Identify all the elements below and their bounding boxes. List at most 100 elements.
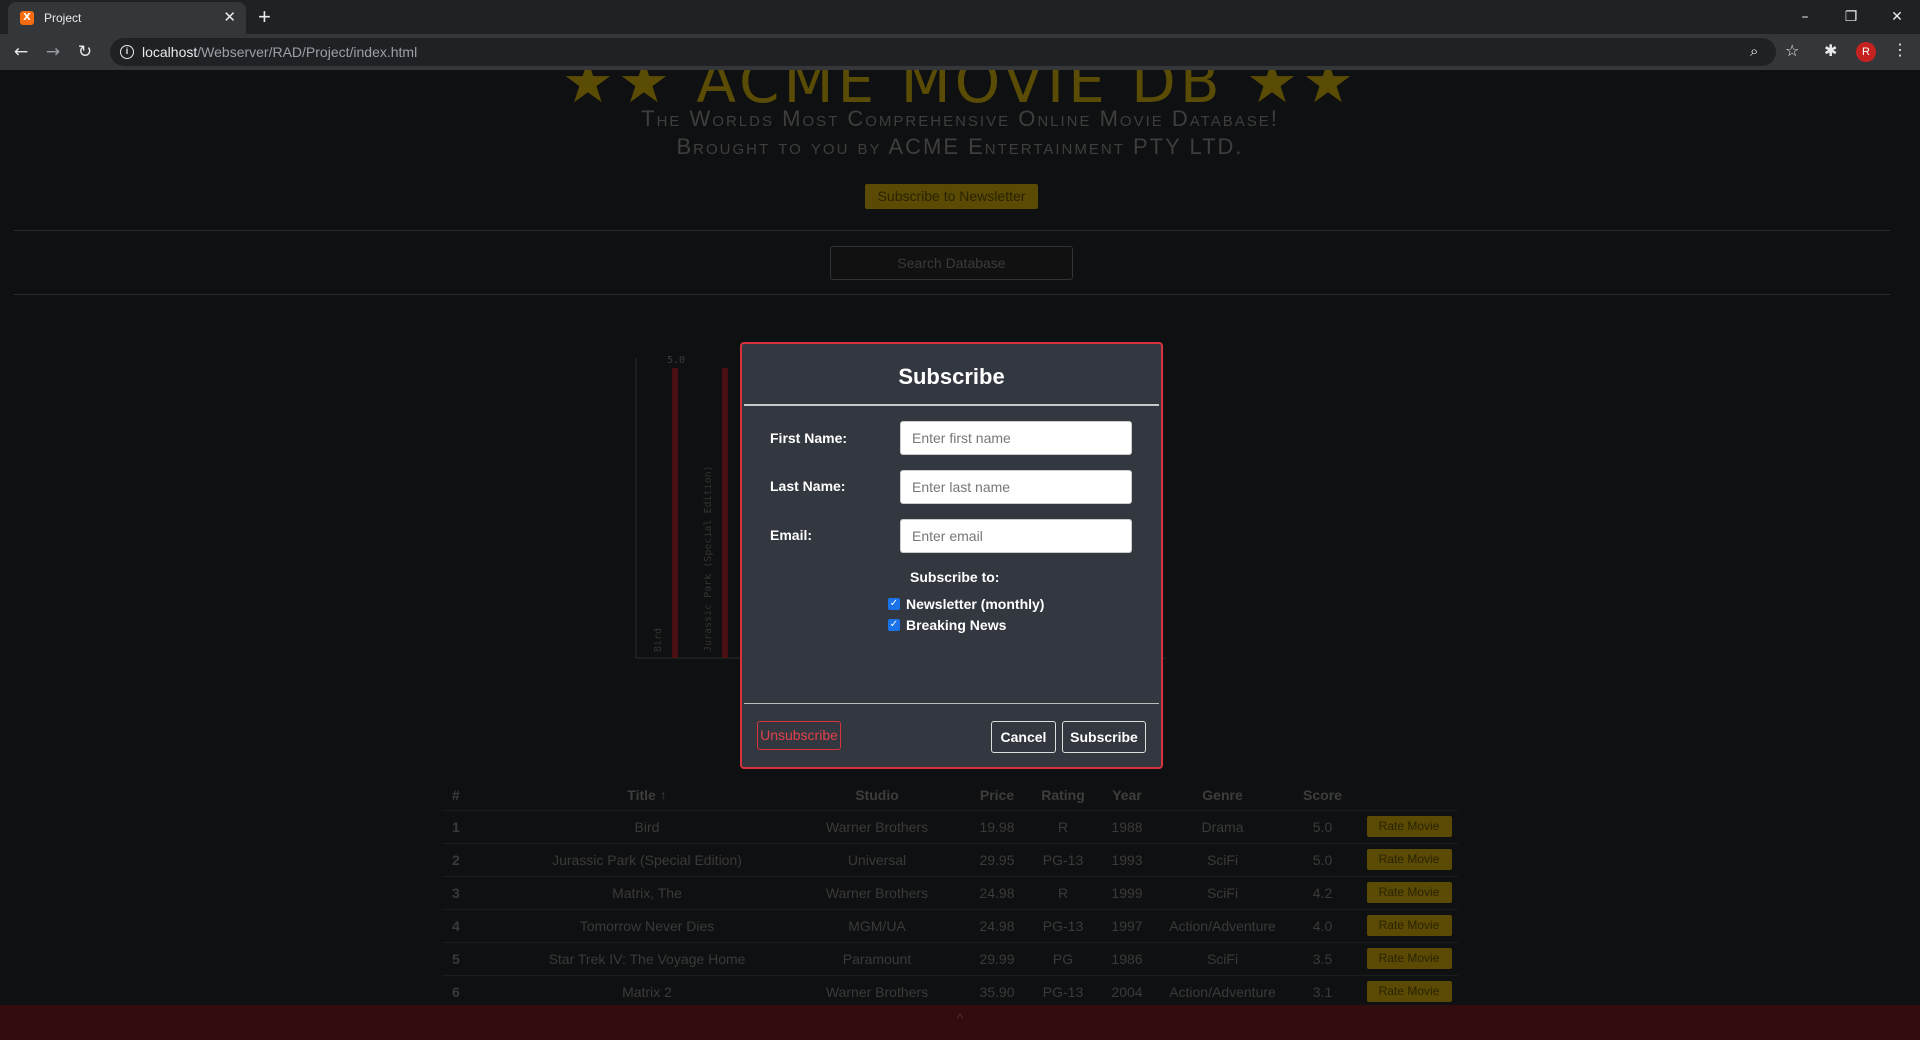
reload-icon[interactable]: ↻ bbox=[73, 40, 97, 64]
rate-movie-button[interactable]: Rate Movie bbox=[1366, 816, 1452, 837]
table-row: 3 Matrix, The Warner Brothers 24.98 R 1999 Sci… bbox=[442, 875, 1458, 909]
column-header-price: Price bbox=[979, 786, 1015, 803]
tab-close-icon[interactable]: ✕ bbox=[223, 8, 236, 28]
cell-rating: R bbox=[1032, 809, 1094, 843]
breaking-news-checkbox[interactable]: ✓ bbox=[888, 619, 900, 631]
modal-footer-divider bbox=[744, 703, 1159, 704]
browser-menu-icon[interactable]: ⋮ bbox=[1892, 40, 1908, 60]
forward-icon[interactable]: → bbox=[41, 40, 65, 64]
divider bbox=[14, 294, 1890, 295]
cell-num: 4 bbox=[442, 908, 502, 942]
cell-title: Star Trek IV: The Voyage Home bbox=[502, 941, 792, 975]
newsletter-checkbox[interactable]: ✓ bbox=[888, 598, 900, 610]
column-header-num: # bbox=[452, 786, 460, 803]
cell-genre: Action/Adventure bbox=[1160, 974, 1285, 1008]
minimize-icon[interactable]: – bbox=[1782, 4, 1828, 30]
chart-value-label: 5.0 bbox=[667, 355, 685, 366]
zoom-icon[interactable]: ⌕ bbox=[1750, 42, 1758, 60]
url-text[interactable]: localhost/Webserver/RAD/Project/index.ht… bbox=[142, 44, 417, 60]
browser-toolbar: ← → ↻ i localhost/Webserver/RAD/Project/… bbox=[0, 34, 1920, 70]
subscribe-modal: Subscribe First Name: Last Name: Email: … bbox=[740, 342, 1163, 769]
window-close-icon[interactable]: ✕ bbox=[1874, 4, 1920, 30]
column-header-year: Year bbox=[1112, 786, 1142, 803]
cell-price: 19.98 bbox=[962, 809, 1032, 843]
scroll-up-icon[interactable]: ^ bbox=[957, 1011, 963, 1026]
cancel-button[interactable]: Cancel bbox=[991, 721, 1056, 753]
restore-icon[interactable]: ❐ bbox=[1828, 4, 1874, 30]
browser-tab[interactable]: X Project ✕ bbox=[8, 2, 246, 34]
email-input[interactable] bbox=[900, 519, 1132, 553]
cell-price: 35.90 bbox=[962, 974, 1032, 1008]
unsubscribe-button[interactable]: Unsubscribe bbox=[757, 721, 841, 750]
favicon-icon: X bbox=[20, 11, 34, 25]
cell-title: Matrix 2 bbox=[502, 974, 792, 1008]
cell-title: Matrix, The bbox=[502, 875, 792, 909]
cell-genre: SciFi bbox=[1160, 875, 1285, 909]
table-row: 6 Matrix 2 Warner Brothers 35.90 PG-13 2004 Ac… bbox=[442, 974, 1458, 1008]
cell-studio: Warner Brothers bbox=[792, 875, 962, 909]
first-name-input[interactable] bbox=[900, 421, 1132, 455]
profile-avatar[interactable]: R bbox=[1856, 42, 1876, 62]
cell-action: Rate Movie bbox=[1360, 941, 1458, 975]
newsletter-option[interactable]: ✓ Newsletter (monthly) bbox=[888, 596, 1044, 612]
cell-title: Bird bbox=[502, 809, 792, 843]
movie-table: # Title ↑ Studio Price Rating Year Genre Score … bbox=[442, 780, 1458, 1008]
extensions-icon[interactable]: ✱ bbox=[1824, 41, 1837, 60]
cell-score: 4.0 bbox=[1285, 908, 1360, 942]
cell-genre: Drama bbox=[1160, 809, 1285, 843]
cell-price: 29.95 bbox=[962, 842, 1032, 876]
column-header-genre: Genre bbox=[1202, 786, 1243, 803]
rate-movie-button[interactable]: Rate Movie bbox=[1366, 915, 1452, 936]
cell-price: 29.99 bbox=[962, 941, 1032, 975]
column-header-title[interactable]: Title ↑ bbox=[502, 780, 792, 810]
first-name-label: First Name: bbox=[770, 430, 848, 446]
cell-action: Rate Movie bbox=[1360, 908, 1458, 942]
last-name-input[interactable] bbox=[900, 470, 1132, 504]
cell-num: 2 bbox=[442, 842, 502, 876]
address-bar[interactable]: i localhost/Webserver/RAD/Project/index.… bbox=[110, 38, 1776, 66]
cell-year: 1999 bbox=[1094, 875, 1160, 909]
cell-score: 3.5 bbox=[1285, 941, 1360, 975]
new-tab-icon[interactable]: + bbox=[258, 4, 271, 30]
cell-genre: SciFi bbox=[1160, 842, 1285, 876]
site-tagline-line2: Brought to you by ACME Entertainment PTY… bbox=[676, 134, 1244, 159]
table-row: 1 Bird Warner Brothers 19.98 R 1988 Drama 5.0 Ra… bbox=[442, 809, 1458, 843]
column-header-rating: Rating bbox=[1041, 786, 1085, 803]
cell-year: 1988 bbox=[1094, 809, 1160, 843]
chart-category-label: Jurassic Park (Special Edition) bbox=[703, 465, 714, 652]
subscribe-newsletter-button[interactable]: Subscribe to Newsletter bbox=[865, 184, 1038, 209]
cell-num: 5 bbox=[442, 941, 502, 975]
cell-action: Rate Movie bbox=[1360, 809, 1458, 843]
cell-studio: Universal bbox=[792, 842, 962, 876]
cell-score: 5.0 bbox=[1285, 809, 1360, 843]
bookmark-star-icon[interactable]: ☆ bbox=[1785, 41, 1799, 60]
cell-score: 5.0 bbox=[1285, 842, 1360, 876]
rate-movie-button[interactable]: Rate Movie bbox=[1366, 948, 1452, 969]
chart-bar bbox=[672, 368, 678, 658]
footer-bar[interactable]: ^ bbox=[0, 1005, 1920, 1040]
cell-num: 6 bbox=[442, 974, 502, 1008]
search-input[interactable]: Search Database bbox=[830, 246, 1073, 280]
email-label: Email: bbox=[770, 527, 813, 543]
cell-action: Rate Movie bbox=[1360, 842, 1458, 876]
modal-title: Subscribe bbox=[898, 364, 1005, 389]
site-info-icon[interactable]: i bbox=[120, 45, 134, 59]
back-icon[interactable]: ← bbox=[9, 40, 33, 64]
cell-score: 3.1 bbox=[1285, 974, 1360, 1008]
rate-movie-button[interactable]: Rate Movie bbox=[1366, 849, 1452, 870]
newsletter-option-label: Newsletter (monthly) bbox=[906, 596, 1045, 612]
url-host: localhost bbox=[142, 44, 198, 60]
table-row: 4 Tomorrow Never Dies MGM/UA 24.98 PG-13 1997… bbox=[442, 908, 1458, 942]
subscribe-button[interactable]: Subscribe bbox=[1062, 721, 1146, 753]
table-header-row: # Title ↑ Studio Price Rating Year Genre Score bbox=[442, 780, 1458, 810]
subscribe-to-label: Subscribe to: bbox=[910, 569, 1000, 585]
column-header-studio: Studio bbox=[855, 786, 899, 803]
breaking-news-option[interactable]: ✓ Breaking News bbox=[888, 617, 1006, 633]
rate-movie-button[interactable]: Rate Movie bbox=[1366, 882, 1452, 903]
cell-genre: SciFi bbox=[1160, 941, 1285, 975]
cell-rating: PG-13 bbox=[1032, 842, 1094, 876]
rate-movie-button[interactable]: Rate Movie bbox=[1366, 981, 1452, 1003]
cell-studio: Paramount bbox=[792, 941, 962, 975]
cell-studio: MGM/UA bbox=[792, 908, 962, 942]
tab-title: Project bbox=[44, 11, 82, 25]
